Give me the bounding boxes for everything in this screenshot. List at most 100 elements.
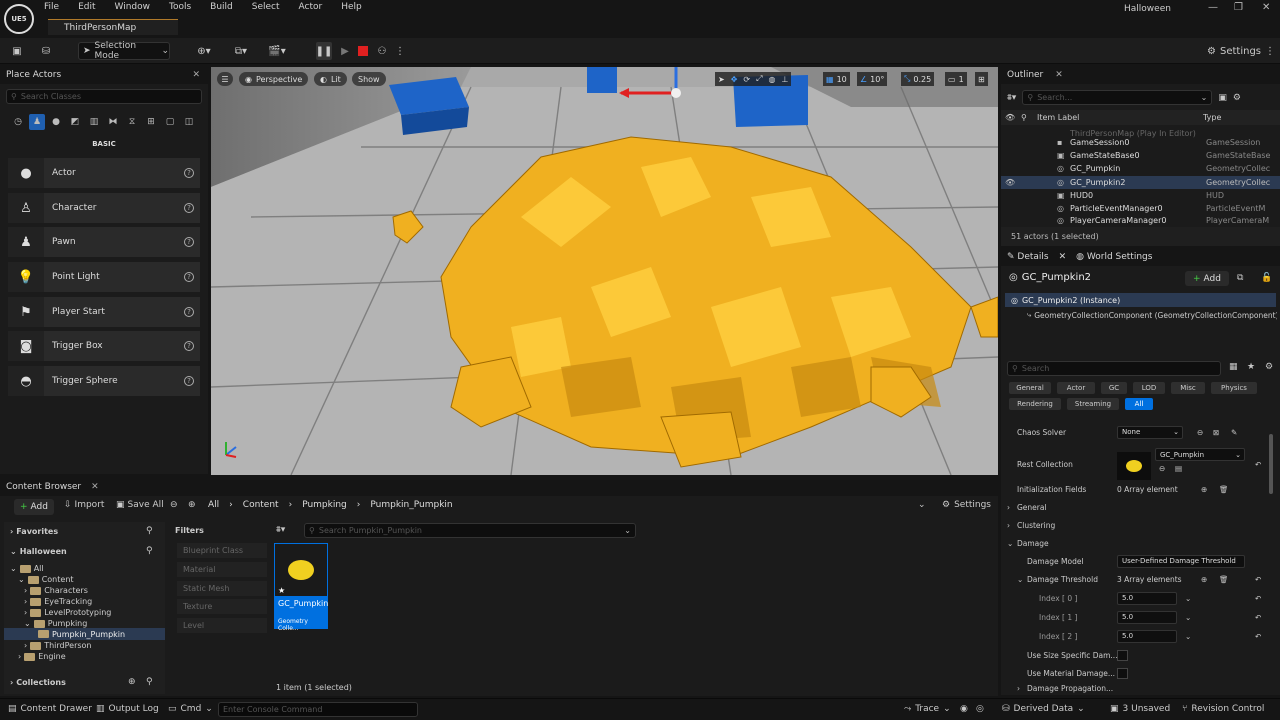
layout-icon[interactable]: ⊞ xyxy=(975,72,988,86)
help-icon[interactable]: ? xyxy=(184,376,194,386)
outliner-row[interactable]: ▪ GameSession0 GameSession xyxy=(1001,136,1280,149)
filter-static-mesh[interactable]: Static Mesh xyxy=(177,581,267,596)
blueprint-icon[interactable]: ⧉ xyxy=(1237,273,1243,283)
asset-thumbnail[interactable] xyxy=(1117,452,1151,480)
actor-item-point-light[interactable]: 💡 Point Light? xyxy=(8,262,200,292)
menu-file[interactable]: File xyxy=(44,2,59,12)
prop-damage-propagation[interactable]: › Damage Propagation... xyxy=(1001,682,1271,694)
shapes-icon[interactable]: ◩ xyxy=(67,114,83,130)
reset-icon[interactable]: ↶ xyxy=(1255,594,1261,603)
favorites-header[interactable]: › Favorites xyxy=(10,527,58,536)
save-all-button[interactable]: ▣ Save All xyxy=(116,500,164,510)
menu-tools[interactable]: Tools xyxy=(169,2,191,12)
maximize-icon[interactable]: ❐ xyxy=(1234,2,1243,13)
import-button[interactable]: ⇩ Import xyxy=(64,500,104,510)
actor-item-character[interactable]: ♙ Character? xyxy=(8,193,200,223)
menu-select[interactable]: Select xyxy=(252,2,280,12)
pause-icon[interactable]: ❚❚ xyxy=(316,42,332,60)
rest-collection-dropdown[interactable]: GC_Pumpkin ⌄ xyxy=(1155,448,1245,461)
source-control-icon[interactable]: ⛁ xyxy=(38,42,54,60)
reset-icon[interactable]: ↶ xyxy=(1255,460,1261,469)
filter-icon[interactable]: ⩩▾ xyxy=(276,525,285,535)
settings-icon[interactable]: ⚙ xyxy=(1265,362,1273,372)
select-tool-icon[interactable]: ➤ xyxy=(718,75,725,84)
tree-item-levelprototyping[interactable]: › LevelPrototyping xyxy=(24,608,111,617)
chevron-down-icon[interactable]: ⌄ xyxy=(1185,632,1191,641)
filter-level[interactable]: Level xyxy=(177,618,267,633)
perspective-button[interactable]: ◉ Perspective xyxy=(239,72,309,86)
all-classes-icon[interactable]: ⊞ xyxy=(143,114,159,130)
close-icon[interactable]: ✕ xyxy=(192,70,200,80)
section-clustering[interactable]: › Clustering xyxy=(1001,516,1271,534)
level-viewport[interactable]: ☰ ◉ Perspective ◐ Lit Show ➤ ✥ ⟳ ⤢ ◍ ⊥ ▦ 10… xyxy=(211,67,998,475)
map-tab[interactable]: ThirdPersonMap xyxy=(48,19,178,35)
tree-item-thirdperson[interactable]: › ThirdPerson xyxy=(24,641,92,650)
outliner-row[interactable]: ◎ ParticleEventManager0 ParticleEventM xyxy=(1001,202,1280,215)
outliner-row[interactable]: ◎ PlayerCameraManager0 PlayerCameraM xyxy=(1001,215,1280,225)
chevron-down-icon[interactable]: ⌄ xyxy=(1185,594,1191,603)
gamepad-icon[interactable]: ⚇ xyxy=(374,42,390,60)
size-specific-checkbox[interactable] xyxy=(1117,649,1128,661)
show-button[interactable]: Show xyxy=(352,72,386,86)
console-input[interactable]: Enter Console Command xyxy=(218,702,418,717)
outliner-row[interactable]: ▣ HUD0 HUD xyxy=(1001,189,1280,202)
close-icon[interactable]: ✕ xyxy=(1055,70,1063,80)
rotate-tool-icon[interactable]: ⟳ xyxy=(743,75,750,84)
unsaved-button[interactable]: ▣ 3 Unsaved xyxy=(1110,704,1170,714)
search-icon[interactable]: ⚲ xyxy=(146,677,153,687)
browse-icon[interactable]: ⊖ xyxy=(1197,428,1203,437)
outliner-row-selected[interactable]: 👁 ◎ GC_Pumpkin2 GeometryCollec xyxy=(1001,176,1280,189)
box-icon[interactable]: ▢ xyxy=(162,114,178,130)
outliner-row[interactable]: ◎ GC_Pumpkin GeometryCollec xyxy=(1001,162,1280,175)
search-classes-input[interactable]: ⚲ Search Classes xyxy=(6,89,202,104)
lit-button[interactable]: ◐ Lit xyxy=(314,72,347,86)
tree-item-eyetracking[interactable]: › EyeTracking xyxy=(24,597,92,606)
world-icon[interactable]: ◍ xyxy=(769,75,776,84)
details-scrollbar[interactable] xyxy=(1269,434,1273,494)
chevron-down-icon[interactable]: ⌄ xyxy=(918,500,926,510)
unreal-logo[interactable]: UE5 xyxy=(4,4,34,34)
eyedropper-icon[interactable]: ✎ xyxy=(1231,428,1237,437)
visibility-icon[interactable]: 👁 xyxy=(1005,178,1015,187)
help-icon[interactable]: ? xyxy=(184,272,194,282)
close-icon[interactable]: ✕ xyxy=(1262,2,1270,13)
filter-material[interactable]: Material xyxy=(177,562,267,577)
trash-icon[interactable]: 🗑 xyxy=(1219,485,1229,494)
cb-settings-button[interactable]: ⚙ Settings xyxy=(942,500,991,510)
tree-item-pumpkin-pumpkin[interactable]: Pumpkin_Pumpkin xyxy=(4,628,165,640)
menu-build[interactable]: Build xyxy=(210,2,233,12)
more-icon-right[interactable]: ⋮ xyxy=(1264,42,1276,60)
star-icon[interactable]: ★ xyxy=(1247,362,1255,372)
tree-item-content[interactable]: ⌄ Content xyxy=(18,575,74,584)
filter-blueprint-class[interactable]: Blueprint Class xyxy=(177,543,267,558)
table-view-icon[interactable]: ▦ xyxy=(1229,362,1238,372)
rotation-snap-toggle[interactable]: ∠ 10° xyxy=(857,72,888,86)
settings-button[interactable]: ⚙ Settings xyxy=(1207,42,1261,60)
reset-icon[interactable]: ↶ xyxy=(1255,575,1261,584)
menu-window[interactable]: Window xyxy=(115,2,151,12)
filter-chip-general[interactable]: General xyxy=(1009,382,1051,394)
breadcrumb-pumpking[interactable]: Pumpking xyxy=(302,500,347,510)
details-tab[interactable]: ✎ Details xyxy=(1007,252,1049,262)
collections-header[interactable]: › Collections xyxy=(10,678,66,687)
actor-item-trigger-box[interactable]: ◙ Trigger Box? xyxy=(8,331,200,361)
filter-chip-physics[interactable]: Physics xyxy=(1211,382,1257,394)
filter-chip-misc[interactable]: Misc xyxy=(1171,382,1205,394)
index-value-input[interactable]: 5.0 xyxy=(1117,591,1177,605)
search-icon[interactable]: ⚲ xyxy=(146,546,153,556)
blueprint-icon[interactable]: ⧉▾ xyxy=(228,42,254,60)
menu-help[interactable]: Help xyxy=(341,2,362,12)
help-icon[interactable]: ? xyxy=(184,341,194,351)
menu-edit[interactable]: Edit xyxy=(78,2,95,12)
viewport-options-icon[interactable]: ☰ xyxy=(217,72,233,86)
reset-icon[interactable]: ↶ xyxy=(1255,632,1261,641)
section-damage[interactable]: ⌄ Damage xyxy=(1001,534,1271,552)
help-icon[interactable]: ? xyxy=(184,237,194,247)
trash-icon[interactable]: 🗑 xyxy=(1219,575,1229,584)
instance-row[interactable]: ◎ GC_Pumpkin2 (Instance) xyxy=(1005,293,1276,307)
revision-control-button[interactable]: ⑂ Revision Control xyxy=(1182,704,1264,714)
filter-chip-streaming[interactable]: Streaming xyxy=(1067,398,1119,410)
actor-item-player-start[interactable]: ⚑ Player Start? xyxy=(8,297,200,327)
help-icon[interactable]: ? xyxy=(184,203,194,213)
basic-icon[interactable]: ♟ xyxy=(29,114,45,130)
